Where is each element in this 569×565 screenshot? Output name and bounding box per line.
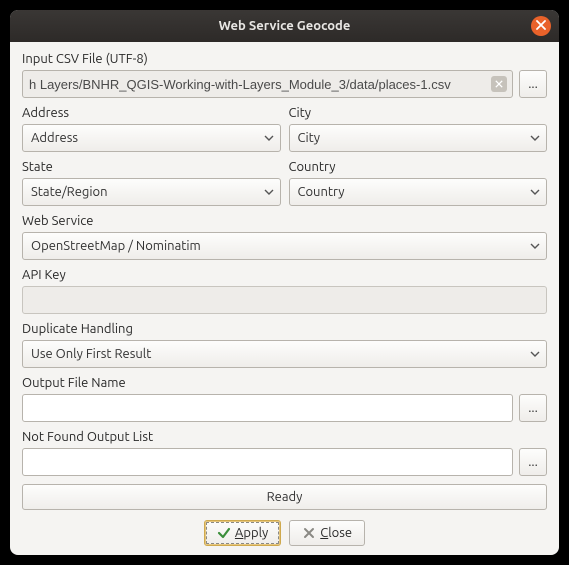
ellipsis-icon: ... xyxy=(528,401,538,415)
duplicate-combo-value: Use Only First Result xyxy=(31,347,151,361)
status-text: Ready xyxy=(267,490,303,504)
address-label: Address xyxy=(22,106,281,120)
close-label: Close xyxy=(320,526,352,540)
city-field: City City xyxy=(289,106,548,152)
close-icon xyxy=(536,19,546,33)
geocode-dialog: Web Service Geocode Input CSV File (UTF-… xyxy=(10,10,559,555)
api-key-label: API Key xyxy=(22,268,547,282)
chevron-down-icon xyxy=(530,133,540,143)
duplicate-combo[interactable]: Use Only First Result xyxy=(22,340,547,368)
close-button[interactable]: Close xyxy=(289,520,365,546)
city-label: City xyxy=(289,106,548,120)
output-file-input[interactable] xyxy=(22,394,513,422)
browse-not-found-button[interactable]: ... xyxy=(519,448,547,476)
apply-button[interactable]: Apply xyxy=(204,520,281,546)
dialog-body: Input CSV File (UTF-8) ... Address Addre… xyxy=(10,42,559,555)
not-found-input[interactable] xyxy=(22,448,513,476)
chevron-down-icon xyxy=(530,187,540,197)
api-key-input xyxy=(22,286,547,314)
x-icon xyxy=(302,526,316,540)
address-combo-value: Address xyxy=(31,131,78,145)
input-csv-label: Input CSV File (UTF-8) xyxy=(22,52,547,66)
chevron-down-icon xyxy=(264,133,274,143)
api-key-field: API Key xyxy=(22,268,547,314)
country-combo[interactable]: Country xyxy=(289,178,548,206)
city-combo[interactable]: City xyxy=(289,124,548,152)
chevron-down-icon xyxy=(264,187,274,197)
state-combo-value: State/Region xyxy=(31,185,108,199)
browse-output-file-button[interactable]: ... xyxy=(519,394,547,422)
window-title: Web Service Geocode xyxy=(219,19,351,33)
input-csv-field: Input CSV File (UTF-8) ... xyxy=(22,52,547,98)
status-bar: Ready xyxy=(22,484,547,510)
clear-input-csv-icon[interactable] xyxy=(491,76,507,92)
state-combo[interactable]: State/Region xyxy=(22,178,281,206)
ellipsis-icon: ... xyxy=(528,77,538,91)
web-service-combo[interactable]: OpenStreetMap / Nominatim xyxy=(22,232,547,260)
window-close-button[interactable] xyxy=(531,16,551,36)
not-found-field: Not Found Output List ... xyxy=(22,430,547,476)
web-service-combo-value: OpenStreetMap / Nominatim xyxy=(31,239,201,253)
apply-label: Apply xyxy=(235,526,268,540)
country-label: Country xyxy=(289,160,548,174)
input-csv-path-input[interactable] xyxy=(22,70,513,98)
output-file-label: Output File Name xyxy=(22,376,547,390)
output-file-field: Output File Name ... xyxy=(22,376,547,422)
browse-input-csv-button[interactable]: ... xyxy=(519,70,547,98)
state-field: State State/Region xyxy=(22,160,281,206)
check-icon xyxy=(217,526,231,540)
web-service-label: Web Service xyxy=(22,214,547,228)
dialog-buttons: Apply Close xyxy=(22,520,547,546)
address-combo[interactable]: Address xyxy=(22,124,281,152)
chevron-down-icon xyxy=(530,241,540,251)
ellipsis-icon: ... xyxy=(528,455,538,469)
state-label: State xyxy=(22,160,281,174)
city-combo-value: City xyxy=(298,131,321,145)
web-service-field: Web Service OpenStreetMap / Nominatim xyxy=(22,214,547,260)
duplicate-label: Duplicate Handling xyxy=(22,322,547,336)
country-combo-value: Country xyxy=(298,185,345,199)
duplicate-field: Duplicate Handling Use Only First Result xyxy=(22,322,547,368)
chevron-down-icon xyxy=(530,349,540,359)
address-field: Address Address xyxy=(22,106,281,152)
country-field: Country Country xyxy=(289,160,548,206)
not-found-label: Not Found Output List xyxy=(22,430,547,444)
titlebar: Web Service Geocode xyxy=(10,10,559,42)
